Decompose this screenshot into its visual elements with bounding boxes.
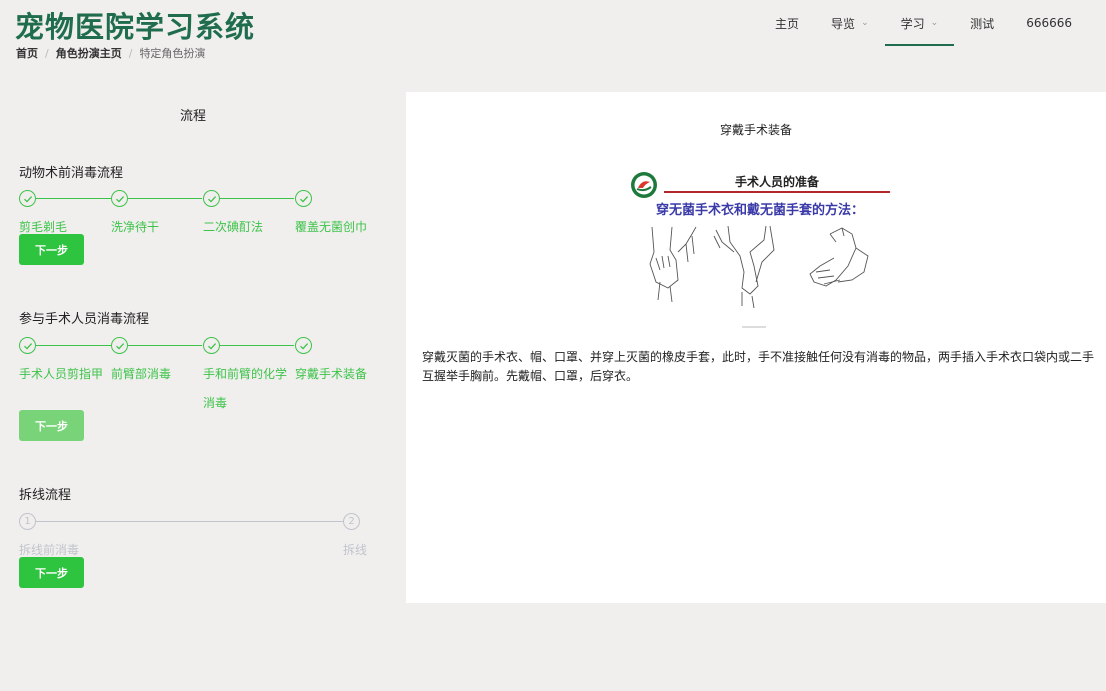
step-number-icon: 2	[343, 513, 360, 530]
check-icon	[19, 190, 36, 207]
check-icon	[203, 337, 220, 354]
nav-item-home[interactable]: 主页	[759, 0, 815, 46]
step-label: 拆线	[343, 543, 368, 557]
step-connector	[36, 345, 111, 346]
illustration-rule	[664, 191, 890, 193]
step-connector	[219, 345, 294, 346]
check-icon	[111, 337, 128, 354]
breadcrumb-home[interactable]: 首页	[16, 47, 38, 60]
illustration-header: 手术人员的准备	[734, 175, 819, 189]
step-number-icon: 1	[19, 513, 36, 530]
nav-item-test[interactable]: 测试	[954, 0, 1010, 46]
step-label: 前臂部消毒	[111, 367, 172, 381]
illustration: 手术人员的准备 穿无菌手术衣和戴无菌手套的方法：	[630, 167, 892, 332]
top-nav: 主页 导览 ⌄ 学习 ⌄ 测试 666666	[759, 0, 1088, 46]
hospital-logo-icon	[631, 172, 657, 198]
gloving-hands-illustration	[649, 225, 869, 328]
next-step-button[interactable]: 下一步	[19, 234, 84, 265]
chevron-down-icon: ⌄	[930, 18, 939, 28]
step-label: 洗净待干	[111, 220, 160, 234]
step-connector	[36, 521, 343, 522]
nav-label: 测试	[970, 16, 995, 31]
nav-item-user[interactable]: 666666	[1010, 0, 1088, 46]
content-panel: 穿戴手术装备 手术人员的准备 穿无菌手术衣和戴无菌手套的方法： 穿戴灭菌的手术衣…	[406, 92, 1106, 603]
content-description: 穿戴灭菌的手术衣、帽、口罩、并穿上灭菌的橡皮手套，此时，手不准接触任何没有消毒的…	[422, 350, 1095, 383]
illustration-subtitle: 穿无菌手术衣和戴无菌手套的方法：	[655, 203, 864, 218]
step-label: 覆盖无菌创巾	[295, 220, 368, 234]
nav-item-study[interactable]: 学习 ⌄	[884, 0, 955, 46]
step-label: 手和前臂的化学消毒	[203, 367, 288, 410]
nav-item-guide[interactable]: 导览 ⌄	[815, 0, 885, 46]
breadcrumb-separator: /	[45, 47, 49, 60]
app-title: 宠物医院学习系统	[15, 10, 256, 44]
step-label: 二次碘酊法	[203, 220, 264, 234]
breadcrumb: 首页 / 角色扮演主页 / 特定角色扮演	[16, 45, 205, 61]
step-connector	[127, 198, 202, 199]
breadcrumb-roleplay-home[interactable]: 角色扮演主页	[56, 47, 122, 60]
check-icon	[111, 190, 128, 207]
next-step-button[interactable]: 下一步	[19, 410, 84, 441]
step-label: 手术人员剪指甲	[19, 367, 104, 381]
step-connector	[127, 345, 202, 346]
nav-label: 学习	[900, 16, 925, 31]
section-title: 动物术前消毒流程	[19, 166, 124, 181]
content-title: 穿戴手术装备	[719, 123, 792, 137]
nav-label: 导览	[831, 16, 856, 31]
check-icon	[295, 337, 312, 354]
check-icon	[203, 190, 220, 207]
next-step-button[interactable]: 下一步	[19, 557, 84, 588]
process-panel-title: 流程	[179, 109, 206, 124]
section-title: 拆线流程	[19, 488, 72, 503]
breadcrumb-current: 特定角色扮演	[139, 47, 206, 60]
breadcrumb-separator: /	[128, 47, 133, 60]
nav-label: 主页	[775, 16, 800, 31]
section-title: 参与手术人员消毒流程	[19, 312, 150, 327]
nav-label: 666666	[1026, 16, 1072, 30]
chevron-down-icon: ⌄	[861, 18, 869, 28]
step-label: 穿戴手术装备	[295, 367, 368, 381]
check-icon	[19, 337, 36, 354]
check-icon	[295, 190, 312, 207]
step-connector	[219, 198, 294, 199]
step-connector	[36, 198, 111, 199]
